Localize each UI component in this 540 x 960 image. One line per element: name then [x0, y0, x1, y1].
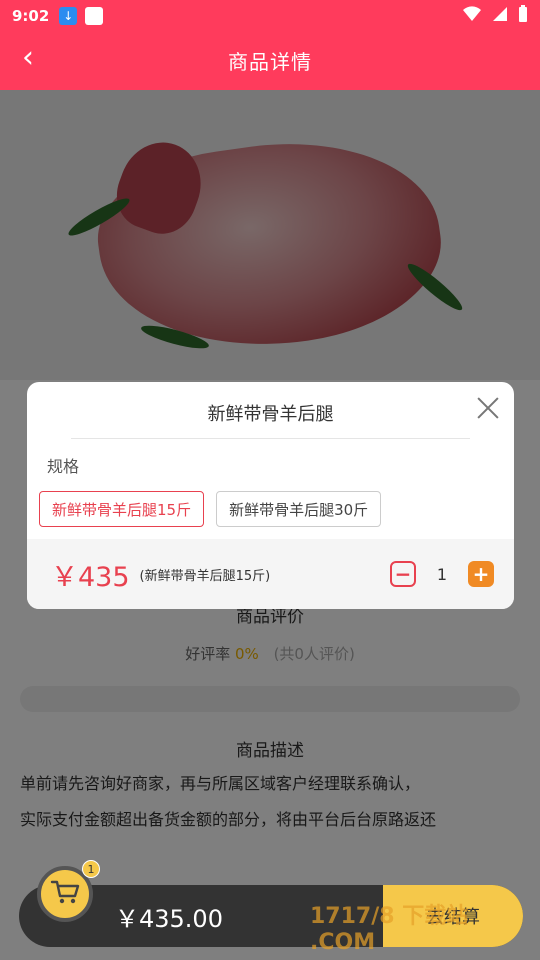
- spec-option-30jin[interactable]: 新鲜带骨羊后腿30斤: [216, 491, 382, 527]
- close-icon[interactable]: [476, 396, 500, 420]
- cell-signal-icon: [492, 6, 508, 26]
- spec-option-15jin[interactable]: 新鲜带骨羊后腿15斤: [39, 491, 205, 527]
- price: ￥435: [51, 561, 130, 593]
- wifi-icon: [462, 5, 482, 26]
- quantity-stepper: − 1 +: [390, 561, 494, 587]
- status-icons: [462, 4, 528, 27]
- status-bar: 9:02 ↓: [0, 0, 540, 31]
- cart-badge: 1: [82, 860, 100, 878]
- dialog-title: 新鲜带骨羊后腿: [207, 404, 334, 425]
- battery-icon: [518, 4, 528, 27]
- quantity-value: 1: [436, 564, 448, 584]
- download-icon: ↓: [59, 6, 78, 25]
- spec-options: 新鲜带骨羊后腿15斤 新鲜带骨羊后腿30斤: [27, 491, 514, 527]
- app-header: ‹ 商品详情: [0, 31, 540, 90]
- spec-dialog: 新鲜带骨羊后腿 规格 新鲜带骨羊后腿15斤 新鲜带骨羊后腿30斤 ￥435 (新…: [27, 382, 514, 609]
- notification-image-icon: [85, 6, 104, 25]
- watermark: 1717/8 下载站 .COM: [310, 904, 469, 955]
- page-title: 商品详情: [228, 50, 312, 74]
- status-time: 9:02: [12, 6, 50, 25]
- dialog-footer: ￥435 (新鲜带骨羊后腿15斤) − 1 +: [27, 539, 514, 609]
- back-icon[interactable]: ‹: [22, 43, 34, 73]
- shopping-cart-icon: [50, 879, 80, 909]
- plus-button[interactable]: +: [468, 561, 494, 587]
- price-note: (新鲜带骨羊后腿15斤): [139, 568, 271, 584]
- spec-label: 规格: [47, 457, 80, 476]
- minus-button[interactable]: −: [390, 561, 416, 587]
- cart-total: ￥435.00: [115, 904, 223, 933]
